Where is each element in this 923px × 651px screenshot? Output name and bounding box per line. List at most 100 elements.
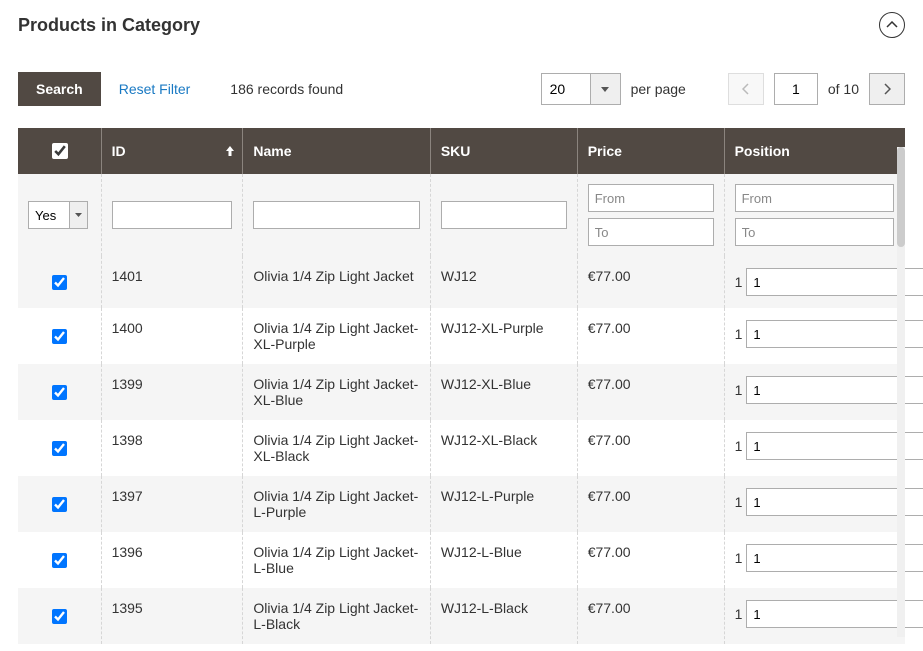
table-row[interactable]: 1397Olivia 1/4 Zip Light Jacket-L-Purple… [18, 476, 905, 532]
reset-filter-link[interactable]: Reset Filter [119, 81, 191, 97]
cell-sku: WJ12-L-Black [430, 588, 577, 644]
cell-name: Olivia 1/4 Zip Light Jacket-XL-Purple [243, 308, 430, 364]
cell-sku: WJ12 [430, 256, 577, 308]
cell-sku: WJ12-XL-Purple [430, 308, 577, 364]
cell-name: Olivia 1/4 Zip Light Jacket-XL-Black [243, 420, 430, 476]
sort-asc-icon [226, 143, 234, 159]
cell-price: €77.00 [577, 532, 724, 588]
per-page-select[interactable] [541, 73, 621, 105]
cell-name: Olivia 1/4 Zip Light Jacket-L-Blue [243, 532, 430, 588]
cell-name: Olivia 1/4 Zip Light Jacket-L-Black [243, 588, 430, 644]
filter-position-to[interactable] [735, 218, 894, 246]
table-row[interactable]: 1395Olivia 1/4 Zip Light Jacket-L-BlackW… [18, 588, 905, 644]
cell-id: 1397 [101, 476, 243, 532]
row-checkbox[interactable] [52, 609, 67, 624]
cell-position: 1 [724, 420, 904, 476]
cell-price: €77.00 [577, 256, 724, 308]
row-checkbox[interactable] [52, 553, 67, 568]
cell-id: 1396 [101, 532, 243, 588]
position-prefix: 1 [735, 606, 743, 622]
table-row[interactable]: 1398Olivia 1/4 Zip Light Jacket-XL-Black… [18, 420, 905, 476]
filter-row [18, 174, 905, 256]
filter-select-include[interactable] [28, 201, 91, 229]
header-sku-label: SKU [441, 143, 471, 159]
row-checkbox[interactable] [52, 329, 67, 344]
header-id[interactable]: ID [101, 128, 243, 174]
cell-sku: WJ12-L-Blue [430, 532, 577, 588]
filter-select-include-toggle[interactable] [70, 201, 88, 229]
chevron-right-icon [883, 83, 891, 95]
select-all-checkbox[interactable] [52, 143, 68, 159]
row-checkbox[interactable] [52, 385, 67, 400]
records-found-text: 186 records found [230, 81, 343, 97]
row-checkbox[interactable] [52, 441, 67, 456]
cell-id: 1398 [101, 420, 243, 476]
cell-price: €77.00 [577, 588, 724, 644]
filter-price-from[interactable] [588, 184, 714, 212]
filter-name-input[interactable] [253, 201, 419, 229]
cell-name: Olivia 1/4 Zip Light Jacket-XL-Blue [243, 364, 430, 420]
position-prefix: 1 [735, 326, 743, 342]
table-row[interactable]: 1401Olivia 1/4 Zip Light JacketWJ12€77.0… [18, 256, 905, 308]
total-pages-label: of 10 [828, 81, 859, 97]
header-price-label: Price [588, 143, 622, 159]
filter-price-to[interactable] [588, 218, 714, 246]
position-prefix: 1 [735, 550, 743, 566]
row-checkbox[interactable] [52, 497, 67, 512]
header-price[interactable]: Price [577, 128, 724, 174]
filter-select-include-input[interactable] [28, 201, 70, 229]
prev-page-button[interactable] [728, 73, 764, 105]
cell-name: Olivia 1/4 Zip Light Jacket [243, 256, 430, 308]
header-id-label: ID [112, 143, 126, 159]
per-page-label: per page [631, 81, 686, 97]
cell-sku: WJ12-XL-Black [430, 420, 577, 476]
collapse-toggle[interactable] [879, 12, 905, 38]
products-grid: ID Name SKU Price Position [18, 128, 905, 644]
search-button[interactable]: Search [18, 72, 101, 106]
caret-down-icon [75, 213, 82, 217]
chevron-left-icon [742, 83, 750, 95]
per-page-input[interactable] [541, 73, 591, 105]
header-position-label: Position [735, 143, 790, 159]
position-prefix: 1 [735, 274, 743, 290]
scrollbar-thumb[interactable] [897, 147, 905, 247]
cell-position: 1 [724, 256, 904, 308]
cell-id: 1399 [101, 364, 243, 420]
caret-down-icon [601, 87, 609, 92]
cell-name: Olivia 1/4 Zip Light Jacket-L-Purple [243, 476, 430, 532]
header-sku[interactable]: SKU [430, 128, 577, 174]
header-position[interactable]: Position [724, 128, 904, 174]
per-page-dropdown-toggle[interactable] [591, 73, 621, 105]
cell-price: €77.00 [577, 364, 724, 420]
cell-id: 1400 [101, 308, 243, 364]
filter-position-from[interactable] [735, 184, 894, 212]
table-row[interactable]: 1399Olivia 1/4 Zip Light Jacket-XL-BlueW… [18, 364, 905, 420]
row-checkbox[interactable] [52, 275, 67, 290]
position-prefix: 1 [735, 494, 743, 510]
cell-id: 1401 [101, 256, 243, 308]
position-prefix: 1 [735, 438, 743, 454]
header-select-all[interactable] [18, 128, 101, 174]
cell-price: €77.00 [577, 476, 724, 532]
position-prefix: 1 [735, 382, 743, 398]
section-title: Products in Category [18, 15, 200, 36]
filter-id-input[interactable] [112, 201, 233, 229]
table-row[interactable]: 1400Olivia 1/4 Zip Light Jacket-XL-Purpl… [18, 308, 905, 364]
cell-id: 1395 [101, 588, 243, 644]
current-page-input[interactable] [774, 73, 818, 105]
cell-position: 1 [724, 308, 904, 364]
cell-position: 1 [724, 364, 904, 420]
cell-position: 1 [724, 476, 904, 532]
vertical-scrollbar[interactable] [897, 147, 905, 637]
next-page-button[interactable] [869, 73, 905, 105]
cell-price: €77.00 [577, 308, 724, 364]
table-row[interactable]: 1396Olivia 1/4 Zip Light Jacket-L-BlueWJ… [18, 532, 905, 588]
header-name[interactable]: Name [243, 128, 430, 174]
cell-sku: WJ12-XL-Blue [430, 364, 577, 420]
cell-sku: WJ12-L-Purple [430, 476, 577, 532]
chevron-up-icon [886, 21, 898, 29]
header-name-label: Name [253, 143, 291, 159]
cell-price: €77.00 [577, 420, 724, 476]
filter-sku-input[interactable] [441, 201, 567, 229]
cell-position: 1 [724, 532, 904, 588]
